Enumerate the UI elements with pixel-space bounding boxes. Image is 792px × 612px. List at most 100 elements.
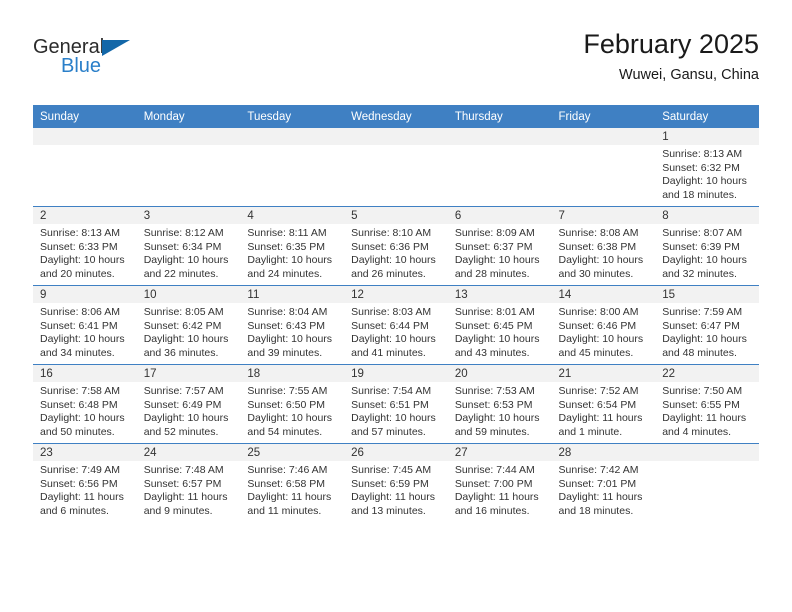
- calendar-page: General Blue February 2025 Wuwei, Gansu,…: [0, 0, 792, 612]
- calendar-day-cell[interactable]: 17 Sunrise: 7:57 AM Sunset: 6:49 PM Dayligh…: [136, 364, 241, 444]
- calendar-day-cell[interactable]: 3 Sunrise: 8:12 AM Sunset: 6:34 PM Daylight…: [136, 206, 241, 286]
- day-number: [240, 128, 345, 145]
- day-number: 17: [136, 365, 241, 382]
- sunrise-time: Sunrise: 7:44 AM: [454, 464, 535, 476]
- daylight-duration-line1: Daylight: 10 hours: [351, 412, 436, 425]
- daylight-duration-line1: Daylight: 10 hours: [558, 254, 644, 267]
- day-number: 24: [136, 444, 241, 461]
- day-details: Sunrise: 7:57 AM Sunset: 6:49 PM Daylight:…: [137, 382, 241, 439]
- calendar-day-cell[interactable]: 23 Sunrise: 7:49 AM Sunset: 6:56 PM Dayligh…: [33, 443, 137, 522]
- sunset-time: Sunset: 6:36 PM: [351, 240, 429, 253]
- calendar-day-cell[interactable]: 26 Sunrise: 7:45 AM Sunset: 6:59 PM Dayligh…: [344, 443, 448, 522]
- day-cell-inner: 10 Sunrise: 8:05 AM Sunset: 6:42 PM Dayligh…: [136, 286, 241, 364]
- calendar-day-cell: [655, 443, 759, 522]
- day-number: 20: [447, 365, 552, 382]
- calendar-day-cell[interactable]: 13 Sunrise: 8:01 AM Sunset: 6:45 PM Dayligh…: [447, 285, 552, 365]
- logo-triangle-icon: [102, 40, 130, 56]
- calendar-day-cell[interactable]: 8 Sunrise: 8:07 AM Sunset: 6:39 PM Daylight…: [655, 206, 759, 286]
- weekday-header-sunday: Sunday: [33, 105, 137, 128]
- day-number: 16: [33, 365, 137, 382]
- sunrise-time: Sunrise: 7:52 AM: [558, 385, 639, 397]
- calendar-day-cell[interactable]: 20 Sunrise: 7:53 AM Sunset: 6:53 PM Dayligh…: [447, 364, 552, 444]
- day-cell-inner: 4 Sunrise: 8:11 AM Sunset: 6:35 PM Daylight…: [240, 207, 345, 285]
- weekday-header-wednesday: Wednesday: [344, 105, 448, 128]
- sunrise-time: Sunrise: 7:46 AM: [247, 464, 328, 476]
- calendar-day-cell[interactable]: 25 Sunrise: 7:46 AM Sunset: 6:58 PM Dayligh…: [240, 443, 345, 522]
- day-number: 11: [240, 286, 345, 303]
- calendar-day-cell[interactable]: 4 Sunrise: 8:11 AM Sunset: 6:35 PM Daylight…: [240, 206, 345, 286]
- daylight-duration-line1: Daylight: 10 hours: [143, 333, 229, 346]
- sunset-time: Sunset: 6:37 PM: [454, 240, 533, 253]
- day-details: Sunrise: 7:50 AM Sunset: 6:55 PM Daylight:…: [655, 382, 759, 439]
- day-details: Sunrise: 8:12 AM Sunset: 6:34 PM Daylight:…: [137, 224, 241, 281]
- daylight-duration-line2: and 57 minutes.: [351, 425, 426, 438]
- calendar-day-cell[interactable]: 2 Sunrise: 8:13 AM Sunset: 6:33 PM Daylight…: [33, 206, 137, 286]
- sunset-time: Sunset: 6:35 PM: [247, 240, 326, 253]
- calendar-day-cell[interactable]: 7 Sunrise: 8:08 AM Sunset: 6:38 PM Daylight…: [551, 206, 656, 286]
- daylight-duration-line2: and 13 minutes.: [351, 504, 426, 517]
- daylight-duration-line2: and 45 minutes.: [558, 346, 634, 359]
- calendar-day-cell[interactable]: 14 Sunrise: 8:00 AM Sunset: 6:46 PM Dayligh…: [551, 285, 656, 365]
- sunrise-time: Sunrise: 7:48 AM: [143, 464, 224, 476]
- daylight-duration-line2: and 18 minutes.: [662, 188, 737, 201]
- daylight-duration-line2: and 30 minutes.: [558, 267, 634, 280]
- daylight-duration-line1: Daylight: 10 hours: [40, 333, 125, 346]
- calendar-day-cell[interactable]: 27 Sunrise: 7:44 AM Sunset: 7:00 PM Dayligh…: [447, 443, 552, 522]
- daylight-duration-line2: and 28 minutes.: [454, 267, 530, 280]
- day-cell-inner: 23 Sunrise: 7:49 AM Sunset: 6:56 PM Dayligh…: [33, 444, 137, 522]
- daylight-duration-line1: Daylight: 10 hours: [454, 333, 540, 346]
- sunrise-time: Sunrise: 7:57 AM: [143, 385, 224, 397]
- daylight-duration-line1: Daylight: 11 hours: [247, 491, 332, 504]
- calendar-day-cell[interactable]: 10 Sunrise: 8:05 AM Sunset: 6:42 PM Dayligh…: [136, 285, 241, 365]
- day-number: [655, 444, 759, 461]
- day-details: Sunrise: 7:44 AM Sunset: 7:00 PM Daylight:…: [448, 461, 552, 518]
- daylight-duration-line1: Daylight: 10 hours: [351, 254, 436, 267]
- calendar-day-cell[interactable]: 9 Sunrise: 8:06 AM Sunset: 6:41 PM Daylight…: [33, 285, 137, 365]
- weekday-header-thursday: Thursday: [447, 105, 552, 128]
- calendar-day-cell[interactable]: 19 Sunrise: 7:54 AM Sunset: 6:51 PM Dayligh…: [344, 364, 448, 444]
- calendar-day-cell[interactable]: 12 Sunrise: 8:03 AM Sunset: 6:44 PM Dayligh…: [344, 285, 448, 365]
- sunset-time: Sunset: 6:57 PM: [143, 477, 222, 490]
- day-details: Sunrise: 7:48 AM Sunset: 6:57 PM Daylight:…: [137, 461, 241, 518]
- daylight-duration-line2: and 43 minutes.: [454, 346, 530, 359]
- calendar-day-cell[interactable]: 18 Sunrise: 7:55 AM Sunset: 6:50 PM Dayligh…: [240, 364, 345, 444]
- daylight-duration-line2: and 16 minutes.: [454, 504, 530, 517]
- page-header: General Blue February 2025 Wuwei, Gansu,…: [33, 28, 759, 98]
- calendar-day-cell[interactable]: 28 Sunrise: 7:42 AM Sunset: 7:01 PM Dayligh…: [551, 443, 656, 522]
- day-cell-inner: 14 Sunrise: 8:00 AM Sunset: 6:46 PM Dayligh…: [551, 286, 656, 364]
- day-cell-inner: 19 Sunrise: 7:54 AM Sunset: 6:51 PM Dayligh…: [344, 365, 448, 443]
- daylight-duration-line2: and 20 minutes.: [40, 267, 115, 280]
- calendar-day-cell[interactable]: 5 Sunrise: 8:10 AM Sunset: 6:36 PM Daylight…: [344, 206, 448, 286]
- day-details: Sunrise: 8:13 AM Sunset: 6:33 PM Daylight:…: [33, 224, 137, 281]
- daylight-duration-line2: and 22 minutes.: [143, 267, 219, 280]
- daylight-duration-line1: Daylight: 10 hours: [40, 254, 125, 267]
- sunrise-time: Sunrise: 7:55 AM: [247, 385, 328, 397]
- page-title: February 2025: [583, 29, 759, 59]
- day-details: Sunrise: 8:03 AM Sunset: 6:44 PM Daylight:…: [344, 303, 448, 360]
- sunrise-time: Sunrise: 7:50 AM: [662, 385, 743, 397]
- day-number: 23: [33, 444, 137, 461]
- day-cell-inner: 18 Sunrise: 7:55 AM Sunset: 6:50 PM Dayligh…: [240, 365, 345, 443]
- calendar-day-cell[interactable]: 22 Sunrise: 7:50 AM Sunset: 6:55 PM Dayligh…: [655, 364, 759, 444]
- calendar-day-cell[interactable]: 21 Sunrise: 7:52 AM Sunset: 6:54 PM Dayligh…: [551, 364, 656, 444]
- day-cell-inner: 26 Sunrise: 7:45 AM Sunset: 6:59 PM Dayligh…: [344, 444, 448, 522]
- calendar-week-row: 1 Sunrise: 8:13 AM Sunset: 6:32 PM Daylight…: [33, 128, 759, 207]
- calendar-day-cell[interactable]: 24 Sunrise: 7:48 AM Sunset: 6:57 PM Dayligh…: [136, 443, 241, 522]
- sunrise-time: Sunrise: 7:42 AM: [558, 464, 639, 476]
- sunset-time: Sunset: 6:49 PM: [143, 398, 222, 411]
- calendar-day-cell[interactable]: 6 Sunrise: 8:09 AM Sunset: 6:37 PM Daylight…: [447, 206, 552, 286]
- calendar-day-cell: [551, 128, 656, 207]
- day-number: 25: [240, 444, 345, 461]
- calendar-body: 1 Sunrise: 8:13 AM Sunset: 6:32 PM Daylight…: [33, 128, 759, 522]
- daylight-duration-line2: and 11 minutes.: [247, 504, 322, 517]
- day-number: 1: [655, 128, 759, 145]
- calendar-day-cell[interactable]: 11 Sunrise: 8:04 AM Sunset: 6:43 PM Dayligh…: [240, 285, 345, 365]
- daylight-duration-line2: and 39 minutes.: [247, 346, 323, 359]
- daylight-duration-line1: Daylight: 10 hours: [247, 333, 333, 346]
- calendar-day-cell[interactable]: 15 Sunrise: 7:59 AM Sunset: 6:47 PM Dayligh…: [655, 285, 759, 365]
- daylight-duration-line1: Daylight: 11 hours: [558, 412, 643, 425]
- calendar-day-cell[interactable]: 1 Sunrise: 8:13 AM Sunset: 6:32 PM Daylight…: [655, 128, 759, 207]
- calendar-day-cell[interactable]: 16 Sunrise: 7:58 AM Sunset: 6:48 PM Dayligh…: [33, 364, 137, 444]
- day-number: [136, 128, 241, 145]
- day-number: 6: [447, 207, 552, 224]
